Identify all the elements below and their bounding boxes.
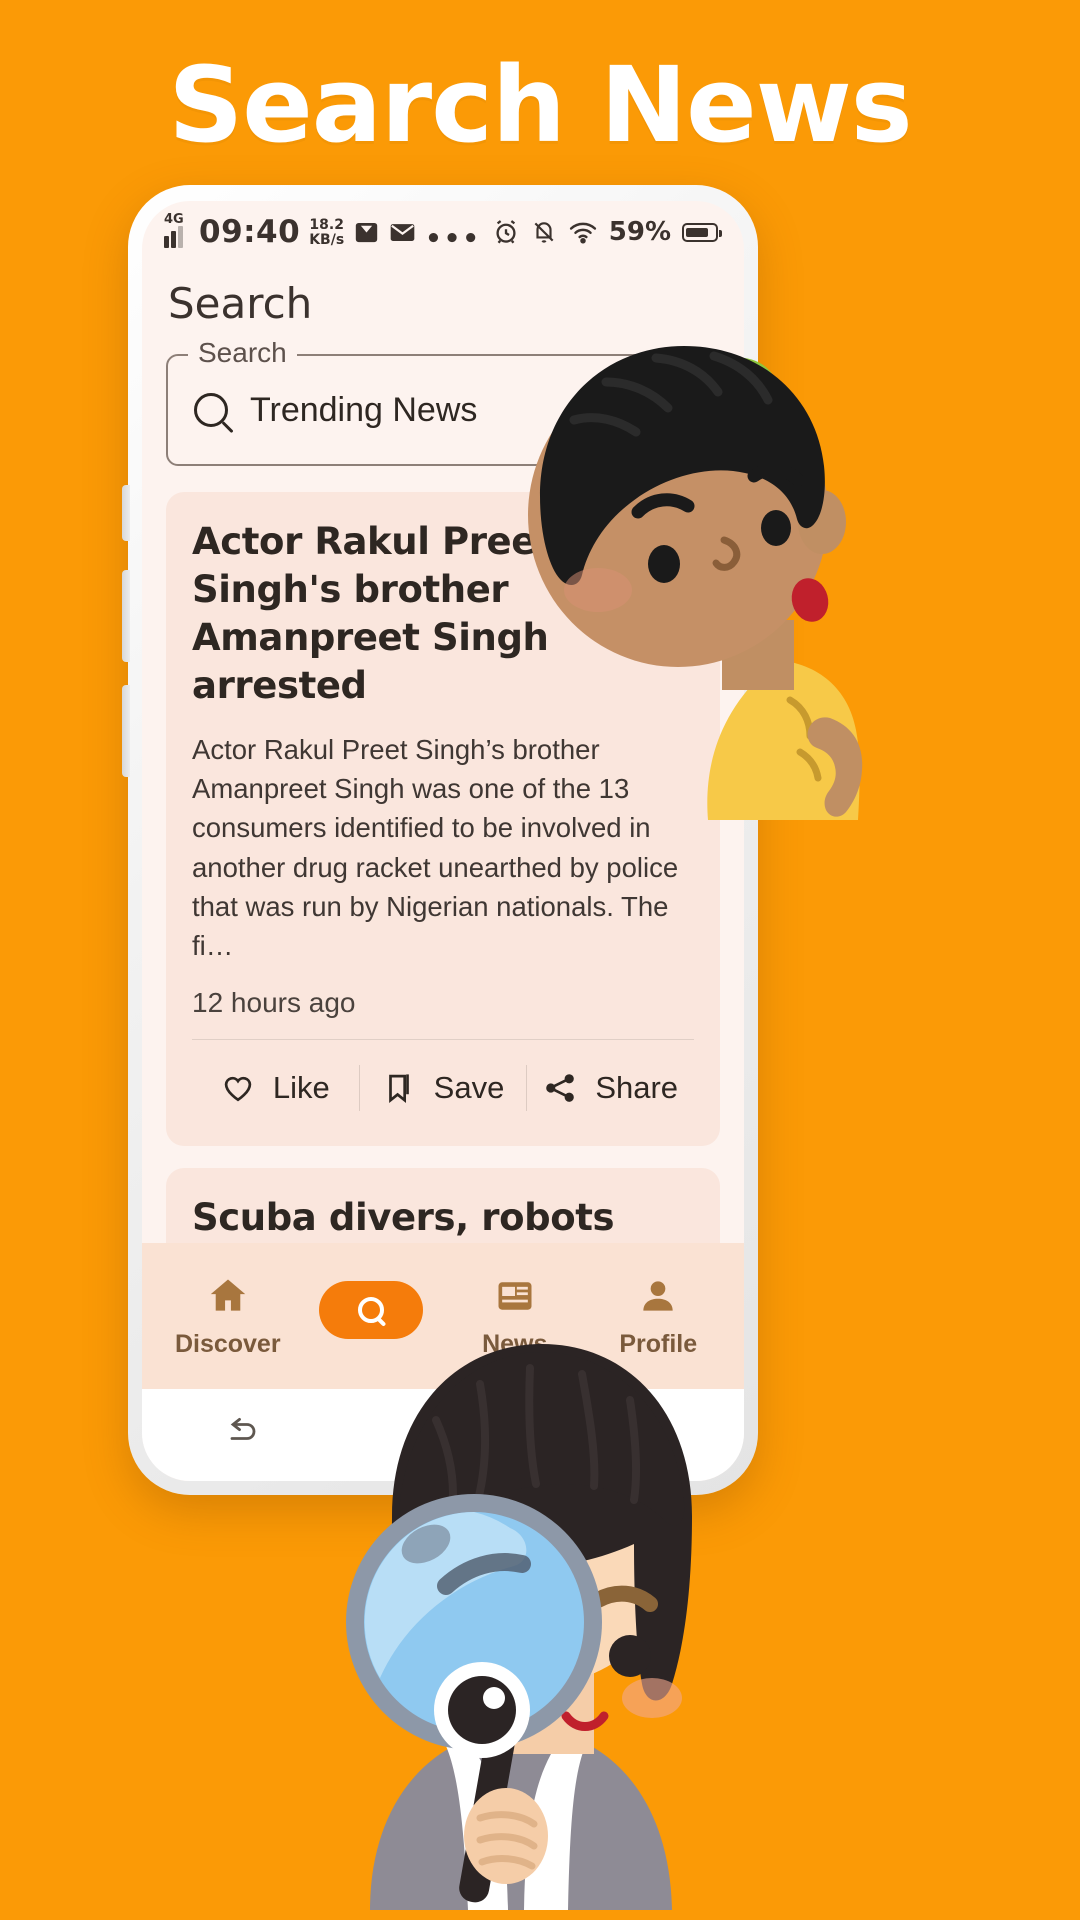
nav-item-search[interactable] — [300, 1281, 444, 1351]
share-icon — [543, 1071, 577, 1105]
status-clock: 09:40 — [199, 213, 301, 250]
phone-mockup: 4G 09:40 18.2 KB/s ••• 59% Search Search… — [122, 185, 758, 1495]
news-card[interactable]: Actor Rakul Preet Singh's brother Amanpr… — [166, 492, 720, 1146]
heart-icon — [221, 1071, 255, 1105]
save-button[interactable]: Save — [360, 1070, 527, 1106]
nav-item-discover-label: Discover — [174, 1329, 281, 1358]
notification-off-icon — [531, 219, 557, 245]
network-speed: 18.2 KB/s — [309, 218, 344, 247]
battery-icon — [682, 222, 722, 242]
news-card-time: 12 hours ago — [192, 986, 356, 1018]
news-icon — [493, 1274, 537, 1318]
news-card-title: Actor Rakul Preet Singh's brother Amanpr… — [192, 520, 554, 708]
page-title: Search News — [168, 44, 912, 166]
search-input-value: Trending News — [250, 390, 478, 429]
search-icon — [194, 393, 228, 427]
news-card-description: Actor Rakul Preet Singh’s brother Amanpr… — [192, 734, 679, 961]
status-bar: 4G 09:40 18.2 KB/s ••• 59% — [142, 201, 744, 263]
battery-percent-label: 59% — [608, 217, 671, 247]
alarm-icon — [492, 218, 520, 246]
phone-screen: 4G 09:40 18.2 KB/s ••• 59% Search Search… — [142, 201, 744, 1481]
search-field-legend: Search — [188, 337, 297, 369]
more-icon: ••• — [425, 223, 482, 254]
home-pill-icon[interactable] — [423, 1416, 463, 1455]
home-icon — [206, 1274, 250, 1318]
network-type-label: 4G — [164, 211, 184, 227]
system-navigation-bar — [142, 1389, 744, 1481]
back-icon[interactable] — [222, 1416, 262, 1455]
news-card-actions: Like Save Share — [192, 1040, 694, 1136]
inbox-icon — [353, 219, 380, 246]
network-speed-value: 18.2 — [309, 217, 344, 234]
signal-icon: 4G — [164, 212, 190, 248]
nav-item-news-label: News — [482, 1329, 548, 1358]
mail-icon — [389, 219, 416, 246]
search-icon — [358, 1297, 385, 1323]
share-button-label: Share — [595, 1069, 679, 1105]
phone-side-button-mute — [122, 485, 130, 541]
menu-icon[interactable] — [624, 1416, 664, 1455]
save-button-label: Save — [433, 1069, 505, 1105]
bottom-navigation: Discover News Profile — [142, 1243, 744, 1389]
search-field-wrapper: Search Trending News — [166, 337, 720, 466]
network-speed-unit: KB/s — [309, 231, 345, 248]
nav-item-news[interactable]: News — [443, 1274, 587, 1359]
like-button[interactable]: Like — [192, 1070, 359, 1106]
like-button-label: Like — [272, 1069, 330, 1105]
app-page-title: Search — [168, 279, 313, 328]
person-icon — [636, 1274, 680, 1318]
nav-item-discover[interactable]: Discover — [156, 1274, 300, 1359]
nav-item-profile[interactable]: Profile — [587, 1274, 731, 1359]
nav-item-profile-label: Profile — [619, 1329, 698, 1358]
phone-side-button-volume-down — [122, 685, 130, 777]
bookmark-icon — [382, 1071, 416, 1105]
share-button[interactable]: Share — [527, 1070, 694, 1106]
phone-side-button-volume-up — [122, 570, 130, 662]
wifi-icon — [568, 217, 598, 247]
search-pill — [319, 1281, 424, 1339]
app-content: Search Search Trending News Actor Rakul … — [142, 263, 744, 1481]
search-input[interactable]: Trending News — [166, 354, 720, 466]
